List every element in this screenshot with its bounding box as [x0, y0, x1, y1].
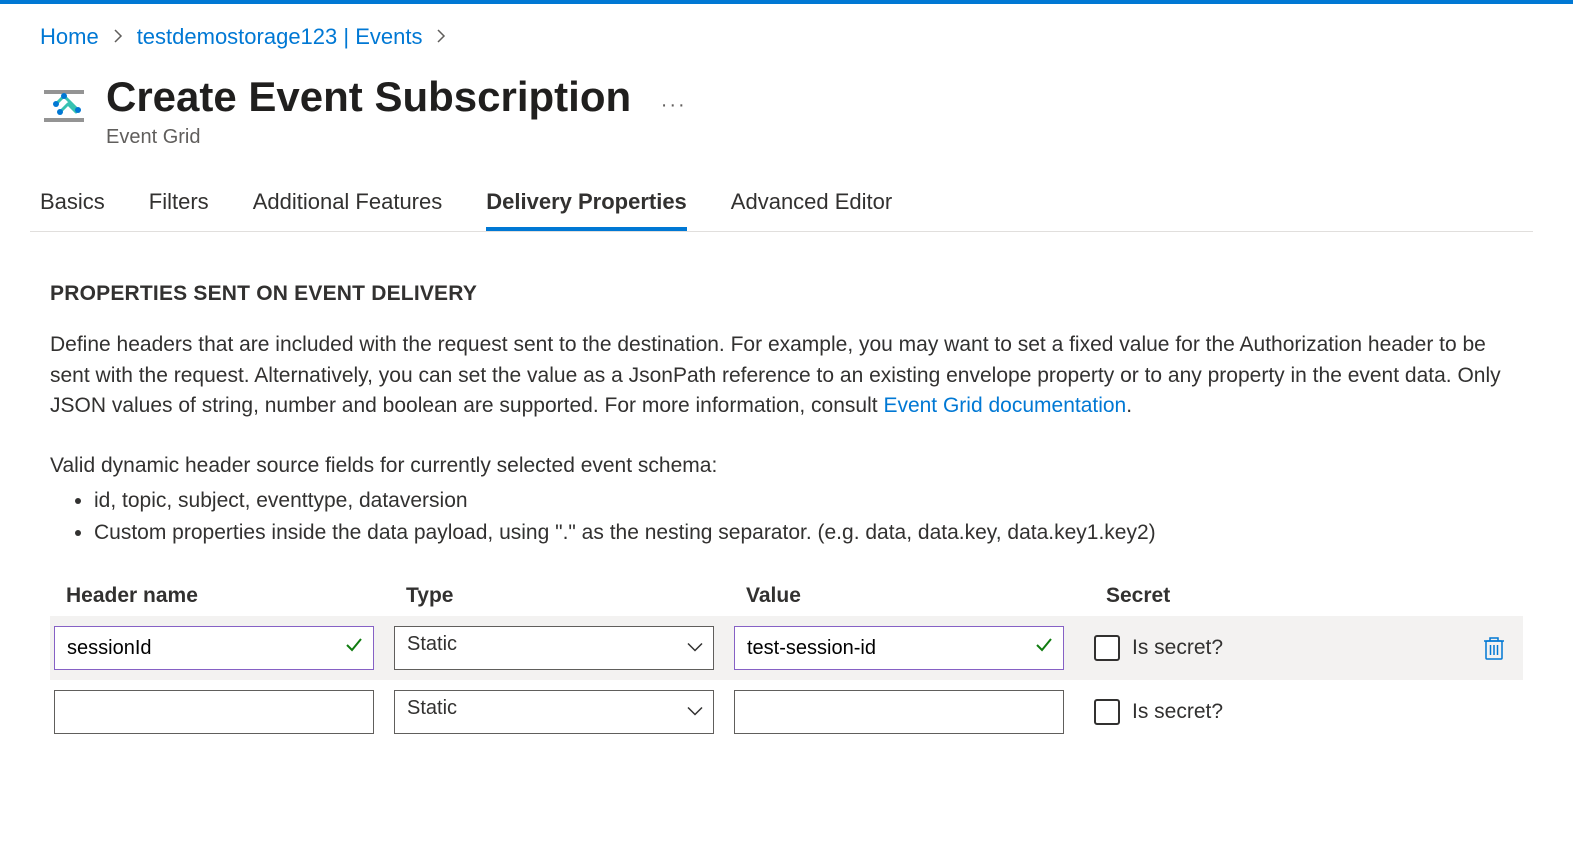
breadcrumb-home[interactable]: Home	[40, 24, 99, 50]
is-secret-label: Is secret?	[1132, 636, 1223, 660]
more-actions-button[interactable]: ···	[661, 94, 687, 117]
valid-fields-info: Valid dynamic header source fields for c…	[50, 450, 1523, 549]
tab-advanced-editor[interactable]: Advanced Editor	[731, 181, 892, 231]
header-name-input[interactable]	[54, 626, 374, 670]
page-title: Create Event Subscription	[106, 74, 631, 120]
col-header-name: Header name	[66, 584, 406, 608]
header-name-input[interactable]	[54, 690, 374, 734]
header-value-input[interactable]	[734, 626, 1064, 670]
chevron-right-icon	[113, 27, 123, 48]
tab-filters[interactable]: Filters	[149, 181, 209, 231]
tabs: Basics Filters Additional Features Deliv…	[30, 181, 1533, 232]
delete-row-button[interactable]	[1469, 635, 1519, 661]
valid-field-bullet: Custom properties inside the data payloa…	[94, 517, 1523, 549]
page-subtitle: Event Grid	[106, 126, 687, 149]
header-type-select[interactable]: Static	[394, 690, 714, 734]
tab-basics[interactable]: Basics	[40, 181, 105, 231]
col-header-value: Value	[746, 584, 1106, 608]
is-secret-checkbox[interactable]	[1094, 635, 1120, 661]
col-header-secret: Secret	[1106, 584, 1457, 608]
section-description: Define headers that are included with th…	[50, 330, 1523, 421]
col-header-type: Type	[406, 584, 746, 608]
breadcrumb-resource[interactable]: testdemostorage123 | Events	[137, 24, 423, 50]
is-secret-label: Is secret?	[1132, 700, 1223, 724]
breadcrumb: Home testdemostorage123 | Events	[40, 24, 1533, 50]
page-header: Create Event Subscription ··· Event Grid	[40, 74, 1533, 149]
header-value-input[interactable]	[734, 690, 1064, 734]
valid-field-bullet: id, topic, subject, eventtype, dataversi…	[94, 485, 1523, 517]
documentation-link[interactable]: Event Grid documentation	[883, 394, 1126, 417]
trash-icon	[1483, 635, 1505, 661]
table-row: Static Is secret?	[50, 680, 1523, 744]
table-header: Header name Type Value Secret	[50, 576, 1523, 616]
table-row: Static Is secret?	[50, 616, 1523, 680]
is-secret-checkbox[interactable]	[1094, 699, 1120, 725]
tab-additional-features[interactable]: Additional Features	[253, 181, 443, 231]
section-title: PROPERTIES SENT ON EVENT DELIVERY	[50, 282, 1523, 306]
event-grid-icon	[40, 82, 88, 130]
header-type-select[interactable]: Static	[394, 626, 714, 670]
tab-delivery-properties[interactable]: Delivery Properties	[486, 181, 687, 231]
chevron-right-icon	[436, 27, 446, 48]
